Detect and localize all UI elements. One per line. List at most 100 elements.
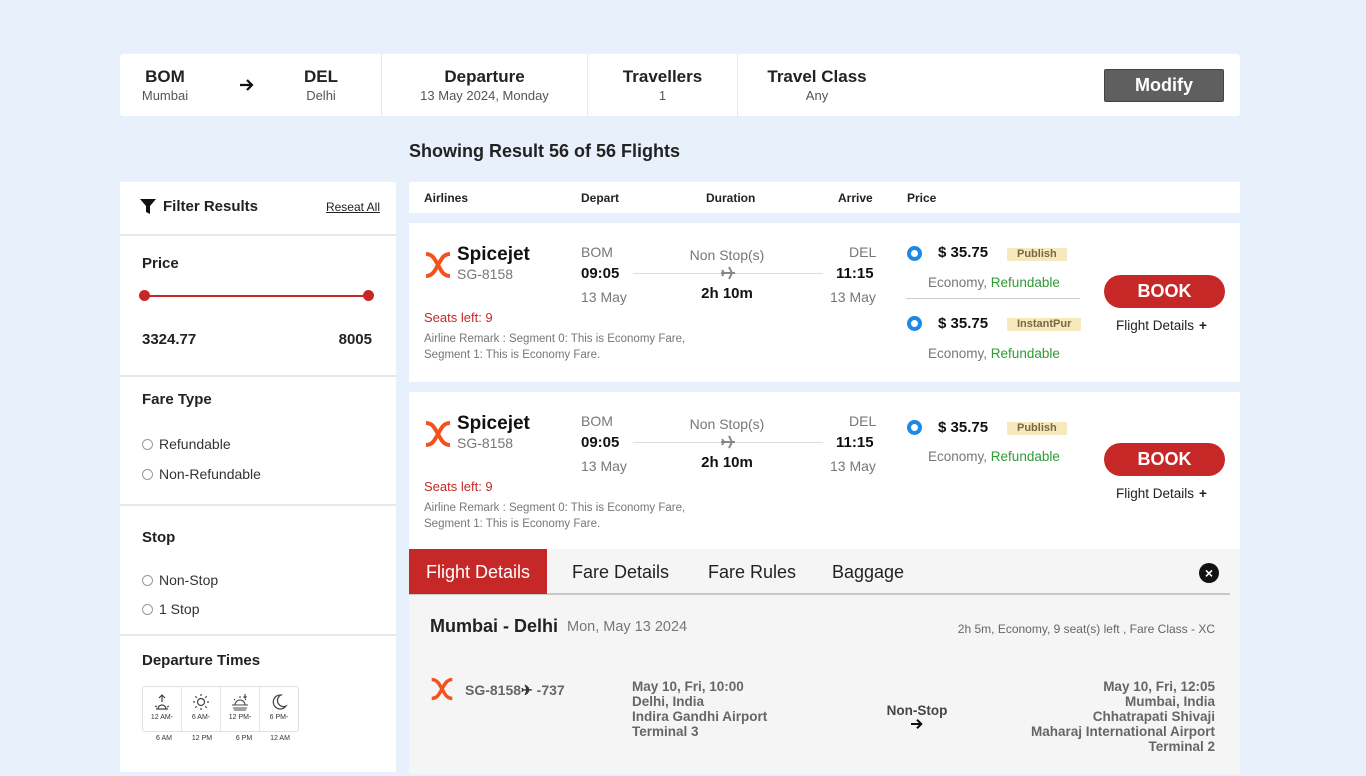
time-slot-afternoon[interactable]: 12 PM- <box>221 687 260 731</box>
moon-icon <box>272 694 288 710</box>
column-depart[interactable]: Depart <box>581 191 619 205</box>
slot-to: 6 PM <box>235 735 253 742</box>
fare-type-option-non-refundable[interactable]: Non-Refundable <box>142 466 261 482</box>
fare-type-option-refundable[interactable]: Refundable <box>142 436 231 452</box>
depart-airport: BOM <box>581 244 613 260</box>
origin-city: Mumbai <box>141 88 189 103</box>
price-min-value: 3324.77 <box>142 331 197 348</box>
option-label: 1 Stop <box>159 601 200 617</box>
route-info: 2h 5m, Economy, 9 seat(s) left , Fare Cl… <box>957 622 1215 636</box>
arrow-right-icon <box>911 718 923 730</box>
arrive-date: 13 May <box>830 289 876 305</box>
filter-header: Filter Results Reseat All <box>120 182 396 236</box>
tab-flight-details[interactable]: Flight Details <box>409 549 548 594</box>
results-column-header: Airlines Depart Duration Arrive Price <box>409 182 1240 213</box>
origin[interactable]: BOM Mumbai <box>120 54 210 116</box>
travellers-field[interactable]: Travellers 1 <box>588 54 737 116</box>
refundable-label: Refundable <box>990 449 1060 464</box>
route-date: Mon, May 13 2024 <box>567 619 688 635</box>
duration: 2h 10m <box>701 285 753 302</box>
fare-radio[interactable] <box>907 316 922 331</box>
arrow-right-icon <box>240 79 254 91</box>
destination[interactable]: DEL Delhi <box>280 54 362 116</box>
flight-details-label: Flight Details <box>1116 318 1195 333</box>
tab-fare-details[interactable]: Fare Details <box>572 549 669 594</box>
column-arrive[interactable]: Arrive <box>838 191 873 205</box>
column-duration[interactable]: Duration <box>706 191 755 205</box>
filter-panel: Filter Results Reseat All Price 3324.77 … <box>120 182 396 772</box>
segment-arrival: May 10, Fri, 12:05 Mumbai, India Chhatra… <box>1031 679 1215 754</box>
time-slot-evening[interactable]: 6 PM- <box>260 687 298 731</box>
sunrise-icon <box>154 694 170 710</box>
search-summary-bar: BOM Mumbai DEL Delhi Departure 13 May 20… <box>120 54 1240 116</box>
departure-times-title: Departure Times <box>142 652 261 669</box>
travel-class-label: Travel Class <box>767 67 867 86</box>
price-slider-min-handle[interactable] <box>139 290 150 301</box>
travellers-value: 1 <box>658 88 667 103</box>
arrive-airport: DEL <box>849 413 877 429</box>
price-filter-title: Price <box>142 255 179 272</box>
flight-details-toggle[interactable]: Flight Details + <box>1116 318 1207 333</box>
departure-terminal: Terminal 3 <box>632 724 699 739</box>
destination-city: Delhi <box>306 88 336 103</box>
price-slider[interactable] <box>139 290 374 301</box>
airline-remark: Airline Remark : Segment 0: This is Econ… <box>424 500 724 532</box>
departure-field[interactable]: Departure 13 May 2024, Monday <box>382 54 587 116</box>
fare-divider <box>906 298 1080 299</box>
price-filter: Price 3324.77 8005 <box>120 236 396 377</box>
aircraft-type: -737 <box>536 682 565 698</box>
depart-date: 13 May <box>581 289 627 305</box>
radio-button[interactable] <box>142 438 153 450</box>
slot-from: 6 AM- <box>191 714 211 721</box>
slot-from: 6 PM- <box>269 714 289 721</box>
tab-baggage[interactable]: Baggage <box>832 549 904 594</box>
radio-button[interactable] <box>142 603 153 615</box>
cabin-class: Economy, <box>928 346 988 361</box>
fare-class: Economy, Refundable <box>928 346 1060 361</box>
travel-class-field[interactable]: Travel Class Any <box>750 54 884 116</box>
stop-option-1-stop[interactable]: 1 Stop <box>142 601 199 617</box>
depart-airport: BOM <box>581 413 613 429</box>
tab-fare-rules[interactable]: Fare Rules <box>708 549 796 594</box>
stop-option-non-stop[interactable]: Non-Stop <box>142 572 218 588</box>
slot-to: 12 AM <box>270 735 290 742</box>
plus-icon: + <box>1199 486 1207 501</box>
segment-flight: SG-8158✈ -737 <box>465 682 565 699</box>
plus-icon: + <box>1199 318 1207 333</box>
modify-button[interactable]: Modify <box>1104 69 1224 102</box>
column-price[interactable]: Price <box>907 191 936 205</box>
flight-details-toggle[interactable]: Flight Details + <box>1116 486 1207 501</box>
arrival-airport-cont: Maharaj International Airport <box>1030 724 1215 739</box>
slot-to: 6 AM <box>156 735 172 742</box>
option-label: Refundable <box>159 436 231 452</box>
flight-details-panel: Flight Details Fare Details Fare Rules B… <box>409 549 1240 774</box>
close-icon[interactable]: × <box>1199 563 1219 583</box>
stop-filter: Stop Non-Stop 1 Stop <box>120 506 396 636</box>
slot-from: 12 AM- <box>150 714 174 721</box>
radio-button[interactable] <box>142 574 153 586</box>
results-count: Showing Result 56 of 56 Flights <box>409 141 681 161</box>
sunset-icon <box>232 694 248 711</box>
time-slot-morning[interactable]: 6 AM- <box>182 687 221 731</box>
reset-all-link[interactable]: Reseat All <box>326 200 380 214</box>
remark-line: Airline Remark : Segment 0: This is Econ… <box>424 333 686 345</box>
flight-card: Spicejet SG-8158 BOM 09:05 13 May Non St… <box>409 223 1240 382</box>
stops-label: Non Stop(s) <box>689 247 765 263</box>
book-button[interactable]: BOOK <box>1104 275 1225 308</box>
stop-filter-title: Stop <box>142 529 176 546</box>
destination-code: DEL <box>304 67 338 86</box>
plane-icon <box>721 266 735 280</box>
details-tabs: Flight Details Fare Details Fare Rules B… <box>409 549 1230 595</box>
fare-tag: InstantPur <box>1007 318 1082 331</box>
price-slider-max-handle[interactable] <box>363 290 374 301</box>
column-airlines[interactable]: Airlines <box>424 191 468 205</box>
option-label: Non-Refundable <box>159 466 261 482</box>
arrive-airport: DEL <box>849 244 877 260</box>
fare-radio[interactable] <box>907 246 922 261</box>
book-button[interactable]: BOOK <box>1104 443 1225 476</box>
time-slot-early-morning[interactable]: 12 AM- <box>143 687 182 731</box>
radio-button[interactable] <box>142 468 153 480</box>
fare-type-filter: Fare Type Refundable Non-Refundable <box>120 377 396 506</box>
fare-radio[interactable] <box>907 420 922 435</box>
plane-icon <box>721 435 735 449</box>
